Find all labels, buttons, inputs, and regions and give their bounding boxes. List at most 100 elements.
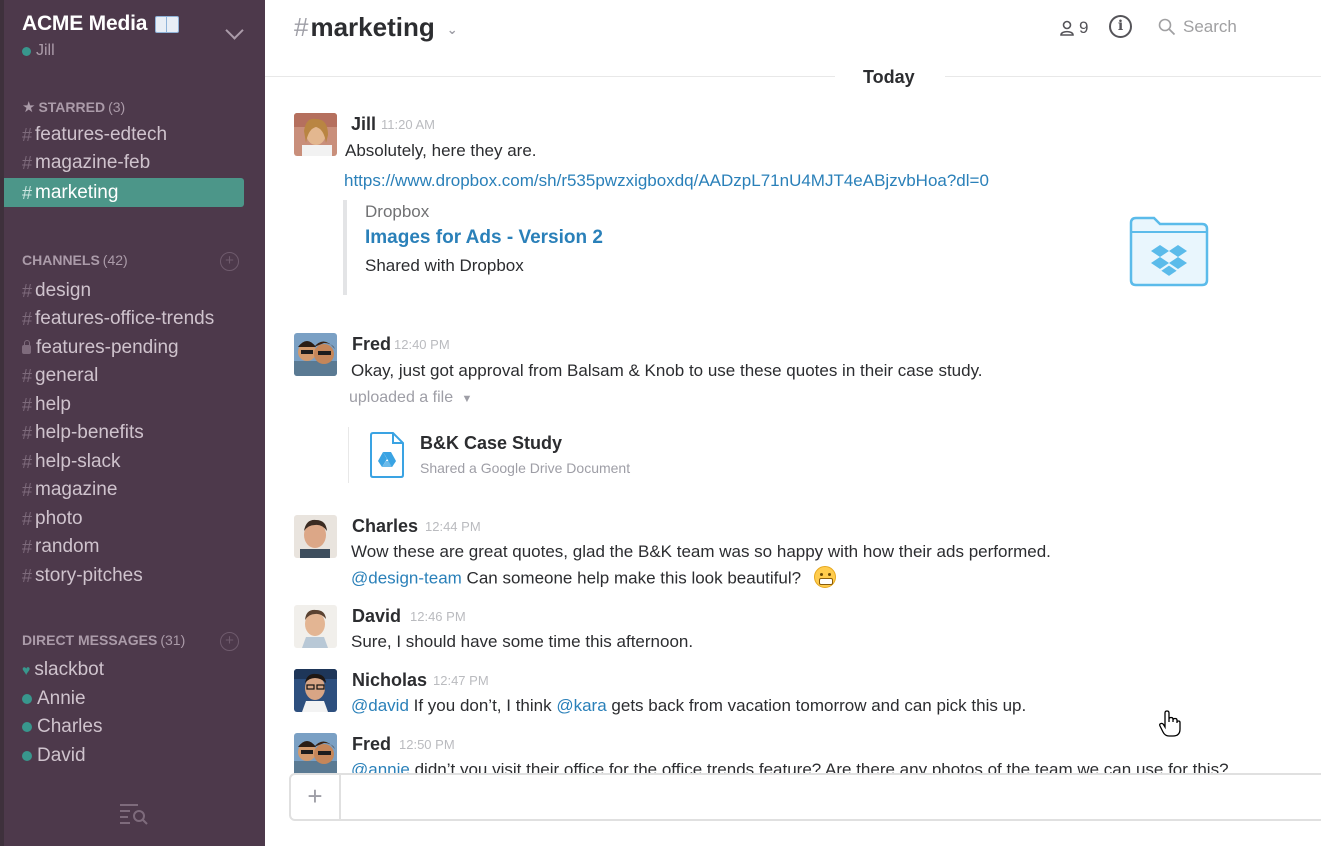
- hash-icon: #: [22, 182, 33, 203]
- sidebar-item-magazine-feb[interactable]: # magazine-feb: [22, 150, 150, 176]
- message-sender[interactable]: Charles: [352, 516, 418, 537]
- person-icon: [1060, 20, 1074, 36]
- file-subtitle: Shared a Google Drive Document: [420, 460, 631, 476]
- starred-label: STARRED: [38, 99, 106, 115]
- team-name-label: ACME Media: [22, 12, 148, 35]
- sidebar-item-general[interactable]: # general: [22, 363, 98, 389]
- search-list-icon[interactable]: [118, 801, 150, 825]
- file-title[interactable]: B&K Case Study: [420, 433, 562, 454]
- uploaded-file-toggle[interactable]: uploaded a file ▼: [349, 389, 472, 407]
- sidebar-item-design[interactable]: # design: [22, 278, 91, 304]
- channel-label: general: [35, 365, 99, 386]
- hash-icon: #: [22, 452, 33, 472]
- plus-icon[interactable]: +: [291, 775, 341, 819]
- message-time[interactable]: 12:46 PM: [410, 609, 466, 624]
- current-user: Jill: [22, 42, 247, 60]
- direct-messages-count: (31): [160, 632, 186, 648]
- member-count-button[interactable]: 9: [1059, 18, 1088, 38]
- avatar[interactable]: [294, 733, 337, 774]
- avatar[interactable]: [294, 515, 337, 558]
- message-time[interactable]: 12:50 PM: [399, 737, 455, 752]
- mention-link[interactable]: @kara: [556, 696, 606, 715]
- message-composer: +: [289, 773, 1321, 821]
- presence-dot-icon: [22, 694, 32, 704]
- message-sender[interactable]: David: [352, 606, 401, 627]
- hash-icon: #: [22, 153, 33, 173]
- hash-icon: #: [22, 309, 33, 329]
- message-sender[interactable]: Nicholas: [352, 670, 427, 691]
- message-fred-2: Fred 12:50 PM @annie didn’t you visit th…: [294, 733, 1294, 774]
- direct-messages-header[interactable]: DIRECT MESSAGES (31): [22, 632, 185, 648]
- channel-label: photo: [35, 508, 83, 529]
- lock-icon: [22, 339, 31, 354]
- mention-link[interactable]: @design-team: [351, 568, 462, 587]
- file-card[interactable]: B&K Case Study Shared a Google Drive Doc…: [348, 427, 668, 483]
- message-david: David 12:46 PM Sure, I should have some …: [294, 605, 1294, 655]
- sidebar-item-slackbot[interactable]: ♥ slackbot: [22, 657, 104, 683]
- dropbox-folder-icon[interactable]: [1128, 213, 1210, 287]
- link-attachment: Dropbox Images for Ads - Version 2 Share…: [343, 200, 1143, 295]
- star-icon: ★: [22, 99, 36, 116]
- sidebar-item-david[interactable]: David: [22, 743, 86, 769]
- message-text: Wow these are great quotes, glad the B&K…: [351, 542, 1051, 561]
- team-name: ACME Media: [22, 12, 247, 36]
- attachment-title[interactable]: Images for Ads - Version 2: [365, 227, 603, 249]
- sidebar-item-help-slack[interactable]: # help-slack: [22, 449, 121, 475]
- message-time[interactable]: 12:47 PM: [433, 673, 489, 688]
- divider-line: [265, 76, 835, 77]
- presence-dot-icon: [22, 722, 32, 732]
- message-text: Can someone help make this look beautifu…: [466, 568, 802, 588]
- dm-label: Charles: [37, 716, 103, 737]
- sidebar-item-story-pitches[interactable]: # story-pitches: [22, 563, 143, 589]
- dropbox-link[interactable]: https://www.dropbox.com/sh/r535pwzxigbox…: [344, 171, 989, 191]
- sidebar-item-photo[interactable]: # photo: [22, 506, 83, 532]
- sidebar-item-charles[interactable]: Charles: [22, 714, 102, 740]
- direct-messages-label: DIRECT MESSAGES: [22, 632, 158, 648]
- message-time[interactable]: 12:44 PM: [425, 519, 481, 534]
- sidebar-item-marketing[interactable]: # marketing: [4, 178, 244, 207]
- avatar[interactable]: [294, 333, 337, 376]
- sidebar: ACME Media Jill ★ STARRED (3) # features…: [0, 0, 265, 846]
- mention-link[interactable]: @david: [351, 696, 409, 715]
- message-sender[interactable]: Jill: [351, 114, 376, 135]
- sidebar-item-help-benefits[interactable]: # help-benefits: [22, 420, 144, 446]
- avatar[interactable]: [294, 113, 337, 156]
- sidebar-item-magazine[interactable]: # magazine: [22, 477, 117, 503]
- caret-down-icon: ▼: [461, 393, 473, 405]
- mention-link[interactable]: @annie: [351, 760, 410, 774]
- sidebar-item-help[interactable]: # help: [22, 392, 71, 418]
- channel-label: features-office-trends: [35, 308, 215, 329]
- channel-label: help-slack: [35, 451, 121, 472]
- add-channel-button[interactable]: +: [220, 252, 239, 271]
- message-sender[interactable]: Fred: [352, 334, 391, 355]
- channel-label: features-pending: [36, 337, 179, 358]
- sidebar-item-features-edtech[interactable]: # features-edtech: [22, 122, 167, 148]
- message-sender[interactable]: Fred: [352, 734, 391, 755]
- add-dm-button[interactable]: +: [220, 632, 239, 651]
- message-text: didn’t you visit their office for the of…: [414, 760, 1229, 774]
- channel-title[interactable]: # marketing ⌄: [294, 12, 458, 43]
- starred-count: (3): [108, 99, 126, 115]
- sidebar-item-features-office-trends[interactable]: # features-office-trends: [22, 306, 214, 332]
- channel-label: random: [35, 536, 100, 557]
- sidebar-item-features-pending[interactable]: features-pending: [22, 335, 179, 361]
- message-time[interactable]: 12:40 PM: [394, 337, 450, 352]
- hash-icon: #: [22, 509, 33, 529]
- hash-icon: #: [22, 423, 33, 443]
- starred-header[interactable]: ★ STARRED (3): [22, 98, 125, 116]
- avatar[interactable]: [294, 669, 337, 712]
- chevron-down-icon: ⌄: [446, 21, 458, 37]
- hash-icon: #: [22, 480, 33, 500]
- hash-icon: #: [22, 537, 33, 557]
- grimacing-emoji-icon: [813, 566, 836, 588]
- avatar[interactable]: [294, 605, 337, 648]
- message-input[interactable]: [347, 783, 1247, 811]
- sidebar-item-annie[interactable]: Annie: [22, 686, 86, 712]
- sidebar-item-random[interactable]: # random: [22, 534, 99, 560]
- book-icon: [155, 16, 180, 33]
- team-menu[interactable]: ACME Media Jill: [22, 12, 247, 72]
- channels-header[interactable]: CHANNELS (42): [22, 252, 128, 268]
- search-box[interactable]: Search: [1158, 17, 1237, 37]
- message-time[interactable]: 11:20 AM: [381, 117, 435, 132]
- info-icon[interactable]: i: [1109, 15, 1132, 38]
